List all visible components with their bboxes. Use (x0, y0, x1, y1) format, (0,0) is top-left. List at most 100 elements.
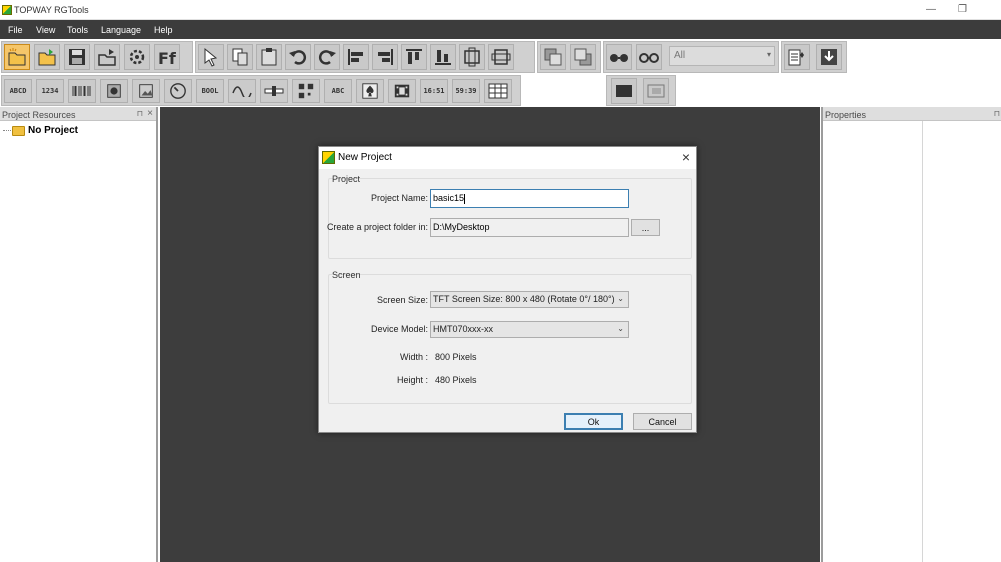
gauge-icon (170, 83, 186, 99)
table-widget-button[interactable] (484, 79, 512, 103)
file-toolbar: Ff (1, 41, 193, 73)
pin-icon[interactable]: ⊓ (994, 109, 1000, 118)
icon-widget-icon (107, 84, 121, 98)
gear-icon (129, 49, 145, 65)
image-widget-button[interactable] (132, 79, 160, 103)
paste-button[interactable] (256, 44, 282, 70)
align-bottom-button[interactable] (430, 44, 456, 70)
pin-icon[interactable]: ⊓ (137, 109, 143, 118)
open-folder-icon (38, 49, 56, 66)
project-group-label: Project (332, 174, 361, 184)
date-widget-button[interactable]: 16:51 (420, 79, 448, 103)
animation-widget-button[interactable] (388, 79, 416, 103)
menu-tools[interactable]: Tools (67, 25, 88, 35)
browse-button[interactable]: ... (631, 219, 660, 236)
panel-title: Project Resources (2, 110, 76, 120)
folder-label: Create a project folder in: (326, 222, 428, 232)
dialog-title: New Project (338, 152, 392, 163)
preview-button[interactable] (606, 44, 632, 70)
font-button[interactable]: Ff (154, 44, 180, 70)
menu-bar: File View Tools Language Help (0, 20, 1001, 39)
open-project-button[interactable] (34, 44, 60, 70)
align-right-button[interactable] (372, 44, 398, 70)
layer-filter-select[interactable]: All ▾ (669, 46, 775, 66)
align-left-button[interactable] (343, 44, 369, 70)
ok-button[interactable]: Ok (564, 413, 623, 430)
send-back-button[interactable] (570, 44, 596, 70)
new-project-button[interactable] (4, 44, 30, 70)
cancel-button[interactable]: Cancel (633, 413, 692, 430)
dialog-titlebar: New Project × (319, 147, 696, 169)
gauge-widget-button[interactable] (164, 79, 192, 103)
select-button[interactable] (198, 44, 224, 70)
download-button[interactable] (816, 44, 842, 70)
align-right-icon (378, 49, 393, 65)
tree-item-root[interactable]: No Project (3, 125, 78, 136)
menu-file[interactable]: File (8, 25, 23, 35)
edit-toolbar (195, 41, 535, 73)
spade-icon (362, 83, 378, 99)
same-height-button[interactable] (488, 44, 514, 70)
screen-size-value: TFT Screen Size: 800 x 480 (Rotate 0°/ 1… (433, 294, 615, 304)
send-back-icon (574, 48, 592, 66)
close-icon[interactable]: × (147, 108, 153, 119)
panel-title: Properties (825, 110, 867, 120)
device-model-select[interactable]: HMT070xxx-xx ⌄ (430, 321, 629, 338)
same-width-button[interactable] (459, 44, 485, 70)
preview-all-button[interactable] (636, 44, 662, 70)
download-toolbar (781, 41, 847, 73)
align-left-icon (348, 49, 363, 65)
properties-panel: Properties ⊓ (821, 107, 1001, 562)
redo-button[interactable] (314, 44, 340, 70)
minimize-button[interactable]: — (926, 4, 936, 15)
app-icon (322, 151, 335, 164)
tree-connector (3, 130, 11, 131)
chevron-down-icon: ▾ (766, 50, 771, 59)
barcode-widget-button[interactable] (68, 79, 96, 103)
clipboard-icon (261, 48, 277, 66)
align-top-icon (406, 49, 422, 64)
page-button[interactable] (611, 78, 637, 104)
export-folder-icon (98, 49, 116, 66)
panel-header: Properties ⊓ (823, 107, 1001, 121)
label-widget-button[interactable]: ABC (324, 79, 352, 103)
same-width-icon (464, 47, 480, 67)
text-widget-button[interactable]: ABCD (4, 79, 32, 103)
document-arrow-icon (788, 49, 804, 66)
icon-widget-button[interactable] (100, 79, 128, 103)
curve-widget-button[interactable] (228, 79, 256, 103)
svg-text:Ff: Ff (158, 49, 177, 67)
screen-size-select[interactable]: TFT Screen Size: 800 x 480 (Rotate 0°/ 1… (430, 291, 629, 308)
copy-button[interactable] (227, 44, 253, 70)
project-name-label: Project Name: (370, 193, 428, 203)
qrcode-icon (298, 83, 314, 99)
settings-button[interactable] (124, 44, 150, 70)
restore-button[interactable]: ❐ (958, 4, 967, 15)
undo-button[interactable] (285, 44, 311, 70)
qrcode-widget-button[interactable] (292, 79, 320, 103)
bring-front-button[interactable] (540, 44, 566, 70)
menu-language[interactable]: Language (101, 25, 141, 35)
slider-widget-button[interactable] (260, 79, 288, 103)
align-top-button[interactable] (401, 44, 427, 70)
number-widget-button[interactable]: 1234 (36, 79, 64, 103)
font-icon: Ff (158, 49, 177, 67)
menu-view[interactable]: View (36, 25, 55, 35)
undo-icon (289, 50, 307, 65)
touch-widget-button[interactable] (356, 79, 384, 103)
text-caret (464, 193, 466, 204)
export-button[interactable] (94, 44, 120, 70)
tree-item-label: No Project (28, 125, 79, 136)
close-icon[interactable]: × (682, 149, 690, 165)
compile-button[interactable] (784, 44, 810, 70)
folder-path-field[interactable]: D:\MyDesktop (430, 218, 629, 237)
project-name-input[interactable]: basic15 (430, 189, 629, 208)
save-button[interactable] (64, 44, 90, 70)
image-widget-icon (139, 84, 153, 98)
width-value: 800 Pixels (435, 352, 477, 362)
bool-widget-button[interactable]: BOOL (196, 79, 224, 103)
menu-help[interactable]: Help (154, 25, 173, 35)
popup-page-button[interactable] (643, 78, 669, 104)
same-height-icon (491, 49, 511, 65)
time-widget-button[interactable]: 59:39 (452, 79, 480, 103)
